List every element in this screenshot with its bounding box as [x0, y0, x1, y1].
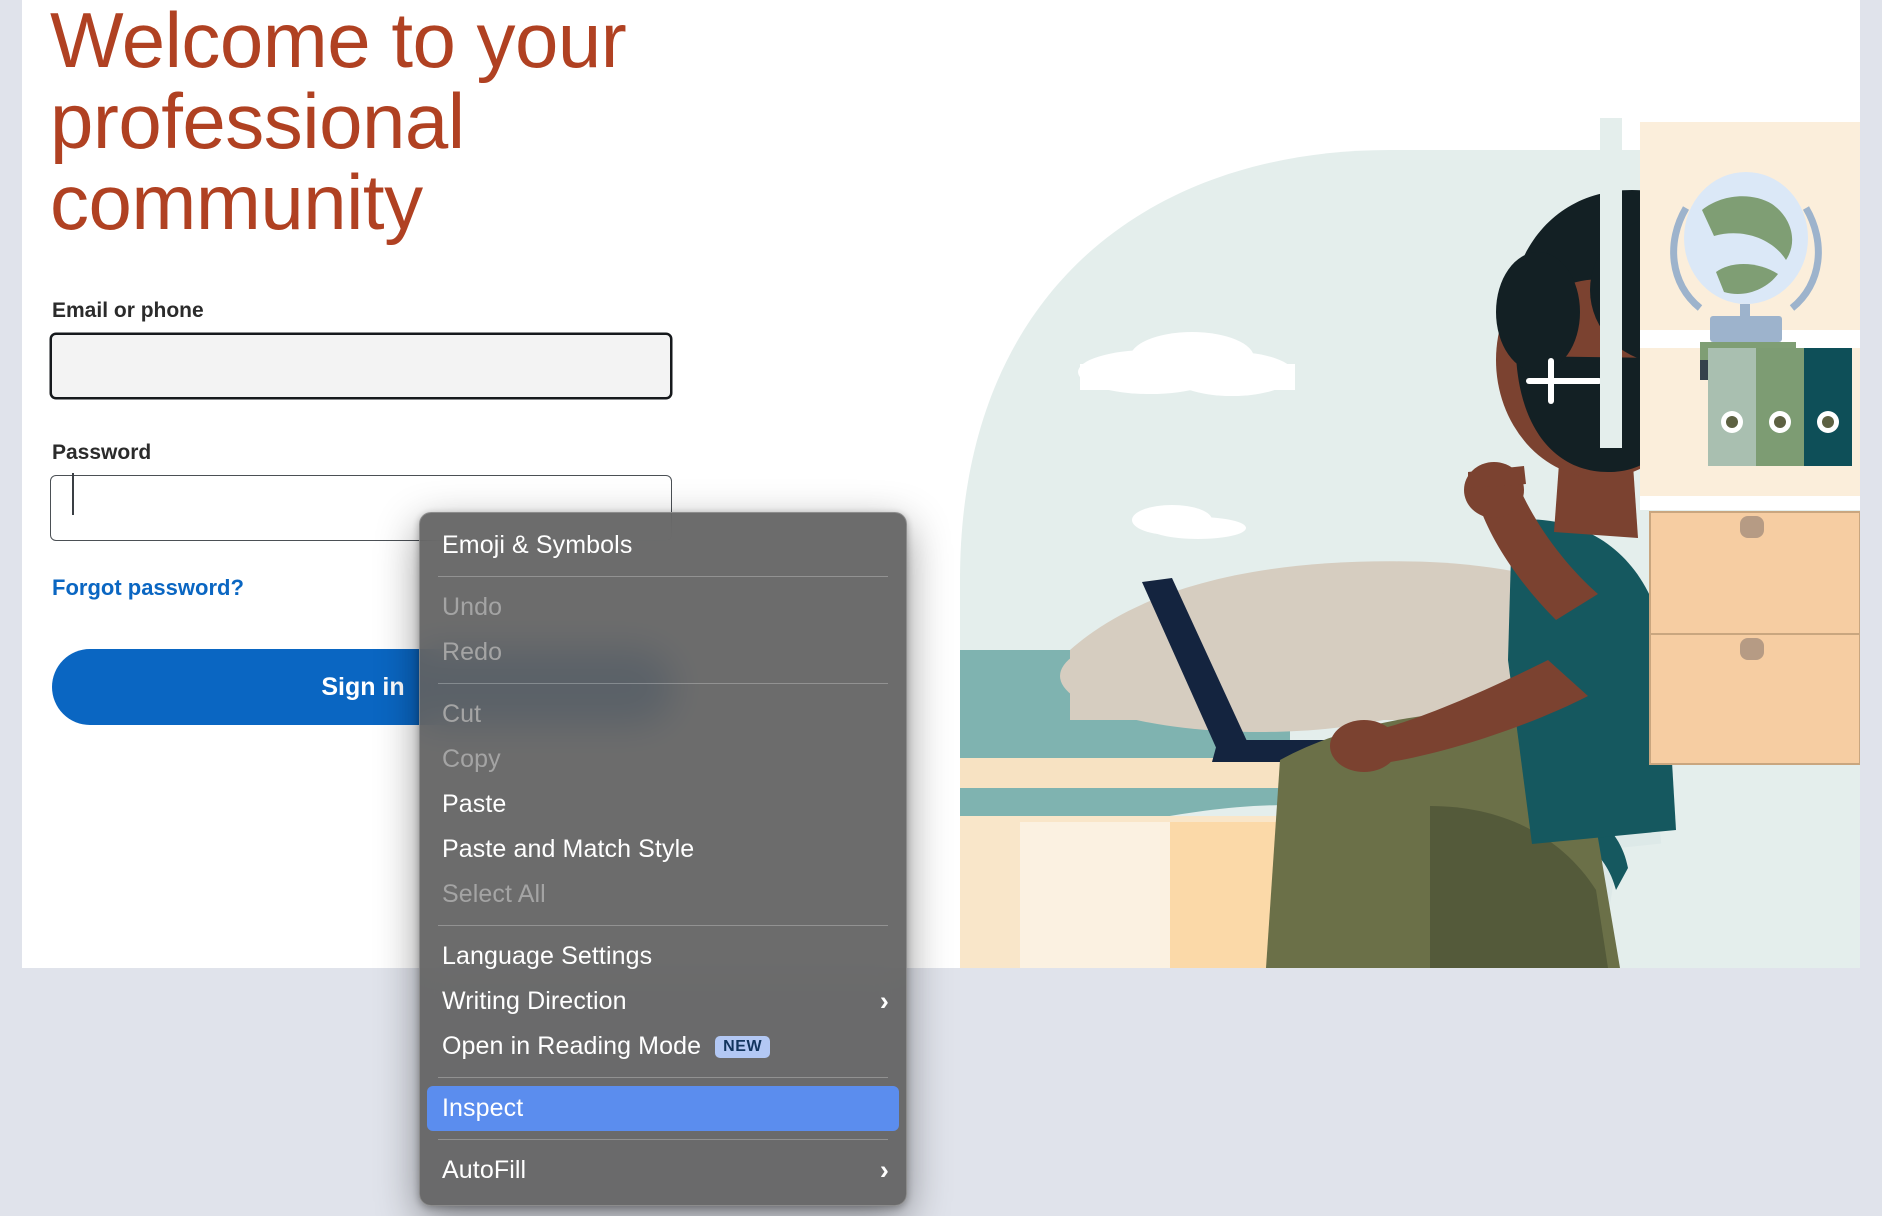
menu-item-autofill[interactable]: AutoFill › — [427, 1148, 899, 1193]
menu-item-label: Redo — [442, 638, 503, 666]
menu-item-language-settings[interactable]: Language Settings — [427, 934, 899, 979]
menu-separator — [438, 576, 888, 577]
menu-item-paste[interactable]: Paste — [427, 782, 899, 827]
menu-separator — [438, 683, 888, 684]
menu-item-label: AutoFill — [442, 1156, 527, 1184]
menu-item-label: Select All — [442, 880, 546, 908]
menu-item-label: Emoji & Symbols — [442, 531, 633, 559]
menu-item-inspect[interactable]: Inspect — [427, 1086, 899, 1131]
menu-item-paste-and-match-style[interactable]: Paste and Match Style — [427, 827, 899, 872]
menu-separator — [438, 925, 888, 926]
menu-item-redo: Redo — [427, 630, 899, 675]
hero-illustration — [960, 0, 1860, 968]
page-title: Welcome to your professional community — [50, 0, 627, 247]
page-root: Welcome to your professional community E… — [0, 0, 1882, 1216]
menu-item-label: Copy — [442, 745, 501, 773]
menu-item-label: Paste — [442, 790, 507, 818]
menu-item-label: Language Settings — [442, 942, 653, 970]
menu-item-copy: Copy — [427, 737, 899, 782]
menu-item-label: Paste and Match Style — [442, 835, 695, 863]
menu-separator — [438, 1077, 888, 1078]
password-label: Password — [52, 441, 152, 465]
forgot-password-link[interactable]: Forgot password? — [52, 575, 244, 601]
new-badge: NEW — [715, 1035, 771, 1058]
text-caret — [72, 473, 74, 515]
menu-item-label: Inspect — [442, 1094, 524, 1122]
email-field-group: Email or phone — [50, 299, 710, 400]
menu-item-open-in-reading-mode[interactable]: Open in Reading Mode NEW — [427, 1024, 899, 1069]
menu-separator — [438, 1139, 888, 1140]
menu-item-label: Undo — [442, 593, 503, 621]
context-menu[interactable]: Emoji & Symbols Undo Redo Cut Copy Paste Paste… — [419, 512, 907, 1206]
menu-item-cut: Cut — [427, 692, 899, 737]
menu-item-select-all: Select All — [427, 872, 899, 917]
menu-item-writing-direction[interactable]: Writing Direction › — [427, 979, 899, 1024]
menu-item-label: Open in Reading Mode — [442, 1032, 702, 1060]
email-label: Email or phone — [52, 299, 204, 323]
menu-item-label: Writing Direction — [442, 987, 627, 1015]
menu-item-emoji-symbols[interactable]: Emoji & Symbols — [427, 523, 899, 568]
chevron-right-icon: › — [879, 1155, 889, 1185]
signin-card: Welcome to your professional community E… — [22, 0, 1860, 968]
email-input[interactable] — [50, 333, 672, 400]
menu-item-undo: Undo — [427, 585, 899, 630]
menu-item-label: Cut — [442, 700, 482, 728]
chevron-right-icon: › — [879, 986, 889, 1016]
